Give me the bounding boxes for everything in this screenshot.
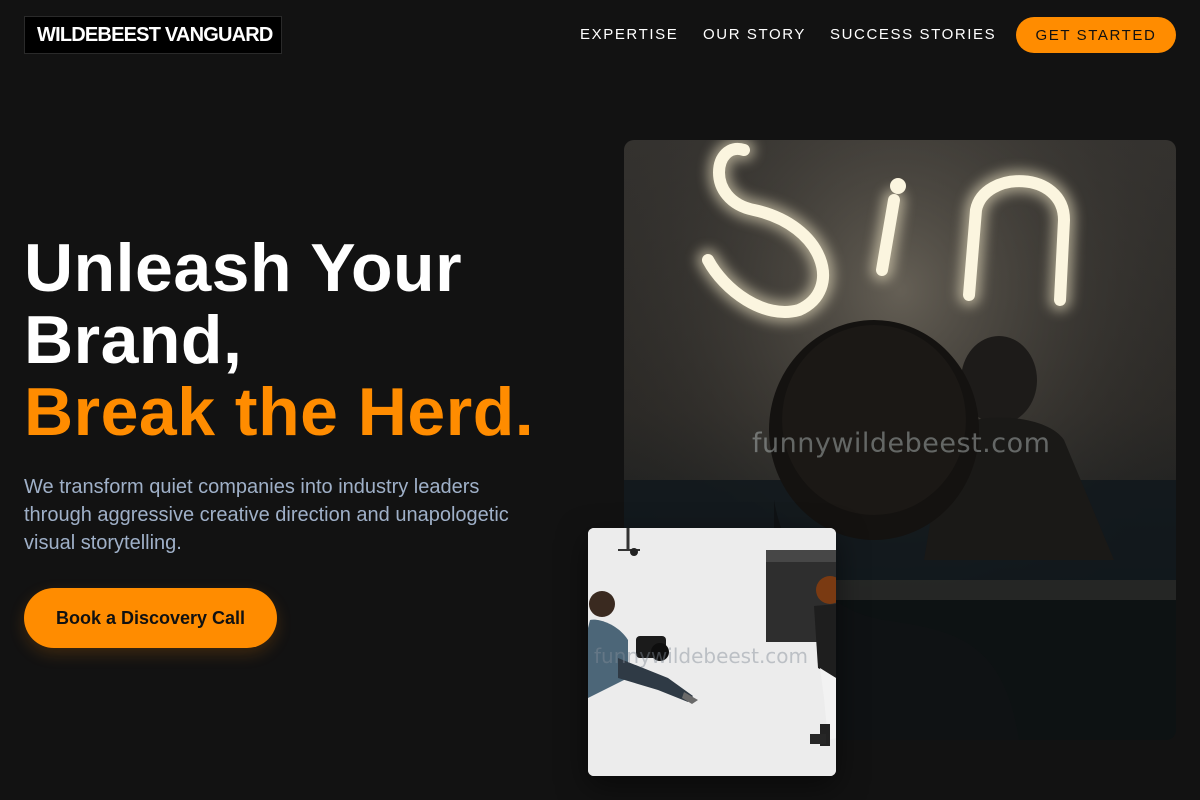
nav-link-success-stories[interactable]: SUCCESS STORIES [830, 26, 996, 44]
headline-line-2: Brand, [24, 302, 243, 378]
nav-link-expertise[interactable]: EXPERTISE [580, 26, 678, 44]
hero-secondary-image: funnywildebeest.com [588, 528, 836, 776]
secondary-image-watermark: funnywildebeest.com [594, 644, 809, 668]
hero-headline: Unleash Your Brand, Break the Herd. [24, 232, 584, 448]
site-header: WILDEBEEST VANGUARD EXPERTISE OUR STORY … [0, 0, 1200, 70]
brand-logo[interactable]: WILDEBEEST VANGUARD [24, 16, 282, 54]
headline-line-1: Unleash Your [24, 230, 463, 306]
get-started-button[interactable]: GET STARTED [1016, 17, 1176, 53]
headline-accent: Break the Herd. [24, 374, 535, 450]
book-discovery-call-button[interactable]: Book a Discovery Call [24, 588, 277, 648]
main-image-watermark: funnywildebeest.com [752, 428, 1051, 459]
nav-link-our-story[interactable]: OUR STORY [703, 26, 806, 44]
hero-subtext: We transform quiet companies into indust… [24, 476, 509, 554]
